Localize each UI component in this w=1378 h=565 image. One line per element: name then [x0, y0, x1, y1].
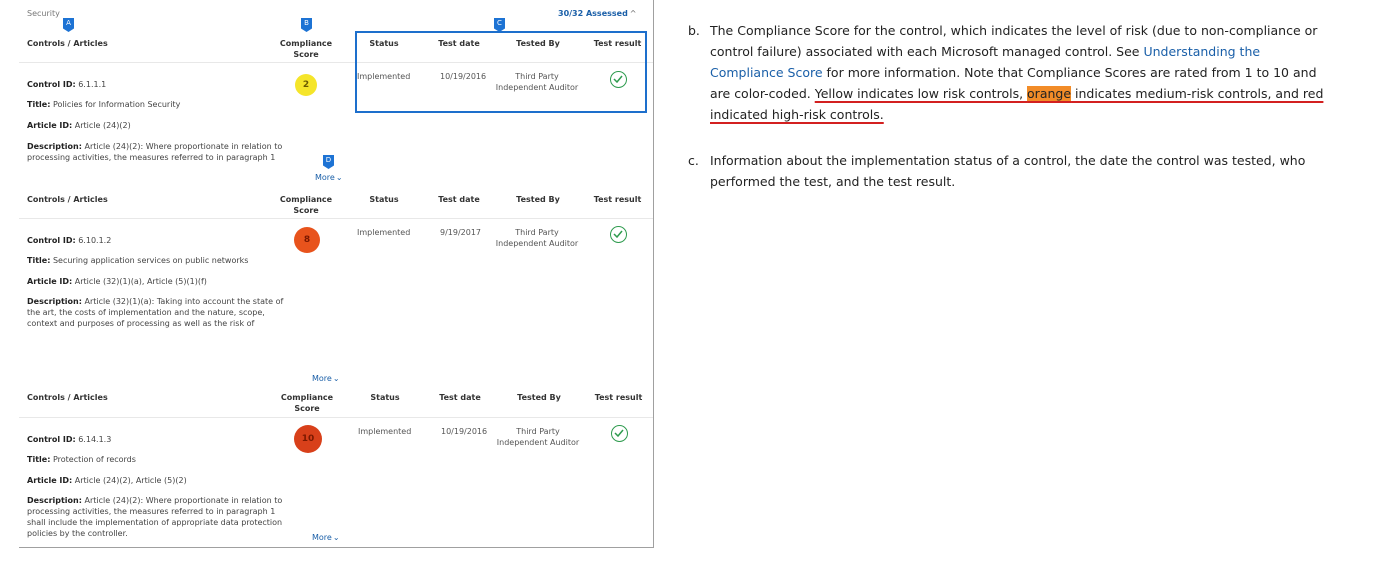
callout-marker-c: C	[494, 18, 505, 32]
compliance-panel: Security 30/32 Assessed ^ A B C D Control…	[19, 0, 654, 548]
chevron-up-icon: ^	[629, 9, 637, 18]
more-link[interactable]: More⌄	[315, 173, 343, 182]
tested-by-value: Third Party Independent Auditor	[496, 427, 580, 447]
header-divider	[19, 417, 653, 418]
control-title: Title: Protection of records	[27, 455, 136, 464]
callout-marker-a: A	[63, 18, 74, 32]
explanation-text: b. The Compliance Score for the control,…	[688, 20, 1328, 192]
control-id: Control ID: 6.14.1.3	[27, 435, 112, 444]
header-divider	[19, 218, 653, 219]
section-title: Security	[27, 9, 60, 18]
test-date-value: 9/19/2017	[440, 228, 482, 237]
chevron-down-icon: ⌄	[332, 533, 340, 542]
note-c: c. Information about the implementation …	[688, 150, 1328, 192]
header-test-date: Test date	[439, 393, 481, 402]
compliance-score-badge: 2	[295, 74, 317, 96]
more-link[interactable]: More⌄	[312, 533, 340, 542]
header-status: Status	[369, 195, 399, 204]
test-date-value: 10/19/2016	[441, 427, 488, 436]
status-value: Implemented	[358, 427, 412, 436]
tested-by-value: Third Party Independent Auditor	[495, 228, 579, 248]
header-score: Compliance Score	[279, 39, 333, 59]
control-description: Description: Article (24)(2): Where prop…	[27, 142, 283, 162]
header-controls: Controls / Articles	[27, 393, 108, 402]
chevron-down-icon: ⌄	[332, 374, 340, 383]
header-tested-by: Tested By	[517, 393, 561, 402]
assessed-toggle[interactable]: 30/32 Assessed ^	[558, 9, 637, 18]
header-tested-by: Tested By	[516, 195, 560, 204]
control-title: Title: Policies for Information Security	[27, 100, 181, 109]
header-controls: Controls / Articles	[27, 39, 108, 48]
check-circle-icon	[611, 425, 628, 442]
note-b: b. The Compliance Score for the control,…	[688, 20, 1328, 125]
article-id: Article ID: Article (24)(2), Article (5)…	[27, 476, 187, 485]
note-c-label: c.	[688, 153, 699, 168]
compliance-score-badge: 10	[294, 425, 322, 453]
article-id: Article ID: Article (32)(1)(a), Article …	[27, 277, 207, 286]
status-value: Implemented	[357, 228, 411, 237]
control-id: Control ID: 6.10.1.2	[27, 236, 112, 245]
control-description: Description: Article (32)(1)(a): Taking …	[27, 297, 284, 328]
check-circle-icon	[610, 226, 627, 243]
more-link[interactable]: More⌄	[312, 374, 340, 383]
callout-marker-d: D	[323, 155, 334, 169]
header-test-date: Test date	[438, 195, 480, 204]
note-c-text: Information about the implementation sta…	[710, 153, 1306, 189]
header-score: Compliance Score	[279, 195, 333, 215]
header-test-result: Test result	[593, 195, 642, 204]
note-b-label: b.	[688, 23, 700, 38]
status-callout-box	[355, 31, 647, 113]
highlighted-word: orange	[1027, 86, 1072, 101]
header-test-result: Test result	[594, 393, 643, 402]
callout-marker-b: B	[301, 18, 312, 32]
underlined-text: Yellow indicates low risk controls,	[814, 86, 1028, 101]
assessed-count: 30/32 Assessed	[558, 9, 628, 18]
header-score: Compliance Score	[280, 393, 334, 413]
control-title: Title: Securing application services on …	[27, 256, 249, 265]
header-status: Status	[370, 393, 400, 402]
control-id: Control ID: 6.1.1.1	[27, 80, 107, 89]
chevron-down-icon: ⌄	[335, 173, 343, 182]
control-description: Description: Article (24)(2): Where prop…	[27, 496, 283, 538]
header-controls: Controls / Articles	[27, 195, 108, 204]
article-id: Article ID: Article (24)(2)	[27, 121, 131, 130]
compliance-score-badge: 8	[294, 227, 320, 253]
